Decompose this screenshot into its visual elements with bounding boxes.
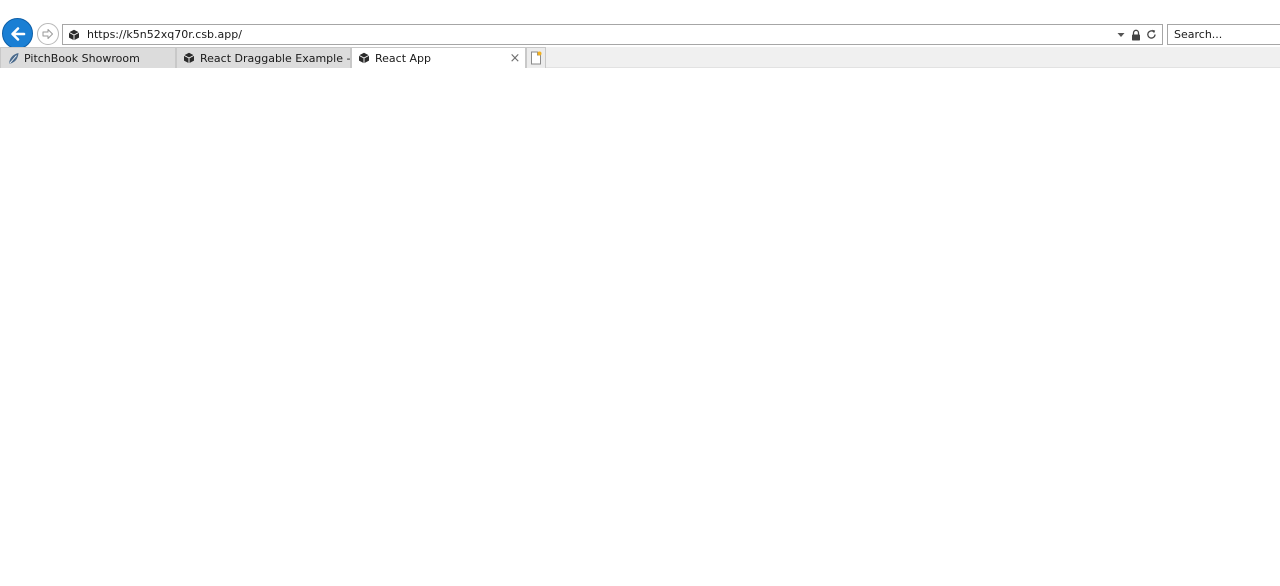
new-tab-icon [531, 51, 542, 65]
back-button[interactable] [2, 18, 33, 49]
navigation-bar: https://k5n52xq70r.csb.app/ [0, 0, 1280, 49]
forward-button[interactable] [37, 23, 59, 45]
tab-title: React Draggable Example - Bo... [200, 51, 350, 65]
page-content [0, 68, 1280, 586]
arrow-right-icon [42, 29, 53, 39]
tab-title: PitchBook Showroom [24, 51, 140, 65]
tab-strip: PitchBook Showroom React Draggable Examp… [0, 47, 1280, 68]
address-bar-tools [1113, 27, 1158, 43]
url-text[interactable]: https://k5n52xq70r.csb.app/ [87, 28, 1113, 41]
tab-title: React App [375, 51, 432, 65]
new-tab-button[interactable] [526, 47, 546, 68]
refresh-icon[interactable] [1144, 27, 1158, 43]
browser-window: https://k5n52xq70r.csb.app/ Search... Pi… [0, 0, 1280, 586]
pitchbook-leaf-icon [6, 51, 20, 65]
codesandbox-cube-icon [67, 28, 81, 42]
codesandbox-cube-icon [182, 51, 196, 65]
close-tab-icon[interactable]: × [508, 50, 522, 66]
caret-down-icon[interactable] [1114, 27, 1128, 43]
tab-react-app[interactable]: React App × [351, 47, 526, 68]
codesandbox-cube-icon [357, 51, 371, 65]
arrow-left-icon [10, 26, 25, 41]
tab-pitchbook-showroom[interactable]: PitchBook Showroom [0, 47, 176, 68]
padlock-icon[interactable] [1129, 27, 1143, 43]
search-input[interactable] [1167, 24, 1280, 45]
address-bar[interactable]: https://k5n52xq70r.csb.app/ [62, 24, 1163, 45]
tab-react-draggable-example[interactable]: React Draggable Example - Bo... [176, 47, 351, 68]
